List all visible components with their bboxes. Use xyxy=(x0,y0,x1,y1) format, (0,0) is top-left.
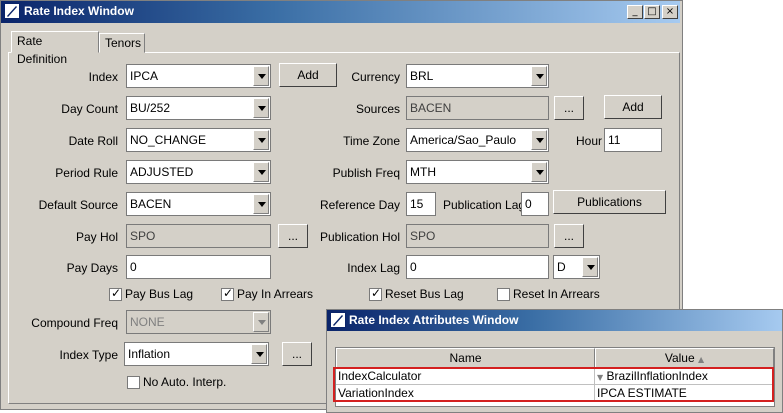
time-zone-value: America/Sao_Paulo xyxy=(410,133,517,147)
period-rule-value: ADJUSTED xyxy=(130,165,194,179)
pay-hol-browse-button[interactable]: ... xyxy=(278,224,308,248)
publication-lag-input[interactable]: 0 xyxy=(521,192,549,216)
publication-hol-label: Publication Hol xyxy=(319,230,400,244)
default-source-value: BACEN xyxy=(130,197,172,211)
hour-input[interactable]: 11 xyxy=(604,128,662,152)
sources-label: Sources xyxy=(355,102,400,116)
publication-lag-label: Publication Lag xyxy=(443,198,526,212)
chevron-down-icon xyxy=(253,312,269,332)
default-source-label: Default Source xyxy=(38,198,118,212)
chevron-down-icon[interactable] xyxy=(253,162,269,182)
close-button[interactable]: × xyxy=(662,5,678,19)
chevron-down-icon[interactable] xyxy=(253,130,269,150)
day-count-combo[interactable]: BU/252 xyxy=(126,96,271,120)
chevron-down-icon[interactable] xyxy=(253,98,269,118)
currency-label: Currency xyxy=(351,70,400,84)
chevron-down-icon[interactable] xyxy=(531,66,547,86)
check-icon: ✓ xyxy=(223,286,234,300)
index-lag-label: Index Lag xyxy=(347,261,400,275)
check-icon: ✓ xyxy=(111,286,122,300)
default-source-combo[interactable]: BACEN xyxy=(126,192,271,216)
pay-in-arrears-label: Pay In Arrears xyxy=(237,287,314,301)
index-add-button[interactable]: Add xyxy=(279,63,337,87)
chevron-down-icon[interactable] xyxy=(531,130,547,150)
chevron-down-icon[interactable] xyxy=(251,344,267,364)
pay-hol-field: SPO xyxy=(126,224,271,248)
pay-bus-lag-checkbox[interactable]: ✓ xyxy=(109,286,122,301)
index-type-browse-button[interactable]: ... xyxy=(282,342,312,366)
tab-tenors[interactable]: Tenors xyxy=(99,33,145,53)
index-type-combo[interactable]: Inflation xyxy=(124,342,269,366)
compound-freq-value: NONE xyxy=(130,315,165,329)
chevron-down-icon[interactable] xyxy=(531,162,547,182)
selection-highlight xyxy=(333,367,774,402)
reset-in-arrears-label: Reset In Arrears xyxy=(513,287,600,301)
index-lag-input[interactable]: 0 xyxy=(406,255,549,279)
period-rule-combo[interactable]: ADJUSTED xyxy=(126,160,271,184)
index-combo[interactable]: IPCA xyxy=(126,64,271,88)
column-header-name[interactable]: Name xyxy=(336,348,595,368)
index-label: Index xyxy=(88,70,118,84)
pay-bus-lag-label: Pay Bus Lag xyxy=(125,287,194,301)
chevron-down-icon[interactable] xyxy=(253,194,269,214)
pay-days-label: Pay Days xyxy=(66,261,118,275)
hour-label: Hour xyxy=(575,134,602,148)
date-roll-combo[interactable]: NO_CHANGE xyxy=(126,128,271,152)
window-app-icon xyxy=(4,3,20,19)
pay-in-arrears-checkbox[interactable]: ✓ xyxy=(221,286,234,301)
reset-bus-lag-checkbox[interactable]: ✓ xyxy=(369,286,382,301)
publication-hol-browse-button[interactable]: ... xyxy=(554,224,584,248)
minimize-button[interactable]: _ xyxy=(627,5,643,19)
chevron-down-icon[interactable] xyxy=(253,66,269,86)
maximize-button[interactable]: □ xyxy=(644,5,660,19)
time-zone-label: Time Zone xyxy=(343,134,400,148)
chevron-down-icon[interactable] xyxy=(582,257,598,277)
period-rule-label: Period Rule xyxy=(55,166,118,180)
index-type-value: Inflation xyxy=(128,347,171,361)
reset-in-arrears-checkbox[interactable] xyxy=(497,288,510,301)
compound-freq-combo: NONE xyxy=(126,310,271,334)
reset-bus-lag-label: Reset Bus Lag xyxy=(385,287,464,301)
index-type-label: Index Type xyxy=(59,348,119,362)
date-roll-value: NO_CHANGE xyxy=(130,133,207,147)
currency-value: BRL xyxy=(410,69,434,83)
sort-ascending-icon: ▲ xyxy=(698,355,705,364)
publish-freq-value: MTH xyxy=(410,165,436,179)
day-count-label: Day Count xyxy=(61,102,118,116)
attributes-window-title: Rate Index Attributes Window xyxy=(349,313,519,327)
publish-freq-label: Publish Freq xyxy=(332,166,400,180)
reference-day-input[interactable]: 15 xyxy=(406,192,436,216)
pay-hol-label: Pay Hol xyxy=(75,230,118,244)
currency-combo[interactable]: BRL xyxy=(406,64,549,88)
index-lag-unit-value: D xyxy=(557,260,566,274)
day-count-value: BU/252 xyxy=(130,101,171,115)
check-icon: ✓ xyxy=(371,286,382,300)
publish-freq-combo[interactable]: MTH xyxy=(406,160,549,184)
index-lag-unit-combo[interactable]: D xyxy=(553,255,600,279)
no-auto-interp-label: No Auto. Interp. xyxy=(143,375,227,389)
pay-days-input[interactable]: 0 xyxy=(126,255,271,279)
sources-browse-button[interactable]: ... xyxy=(554,96,584,120)
tab-rate-definition[interactable]: Rate Definition xyxy=(11,31,99,66)
publications-button[interactable]: Publications xyxy=(553,190,666,214)
time-zone-combo[interactable]: America/Sao_Paulo xyxy=(406,128,549,152)
index-value: IPCA xyxy=(130,69,159,83)
window-app-icon xyxy=(330,312,346,328)
reference-day-label: Reference Day xyxy=(319,198,400,212)
sources-field: BACEN xyxy=(406,96,549,120)
window-title: Rate Index Window xyxy=(24,4,134,18)
compound-freq-label: Compound Freq xyxy=(31,316,118,330)
publication-hol-field: SPO xyxy=(406,224,549,248)
date-roll-label: Date Roll xyxy=(68,134,118,148)
no-auto-interp-checkbox[interactable] xyxy=(127,376,140,389)
column-header-value[interactable]: Value ▲ xyxy=(595,348,774,368)
sources-add-button[interactable]: Add xyxy=(604,95,662,119)
column-header-value-label: Value xyxy=(664,351,695,365)
